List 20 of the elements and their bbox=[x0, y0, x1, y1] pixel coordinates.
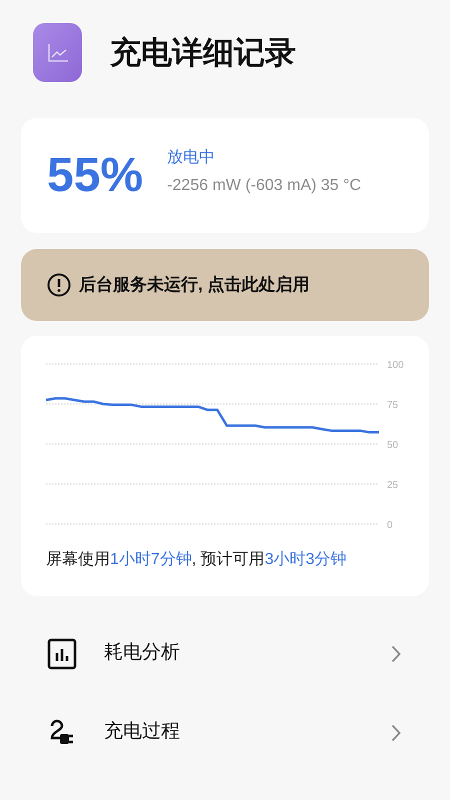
battery-percent: 55% bbox=[47, 152, 144, 200]
menu-item[interactable]: 充电过程 bbox=[21, 693, 429, 772]
axis-tick-label: 100 bbox=[387, 360, 404, 371]
axis-tick-label: 75 bbox=[387, 400, 398, 411]
usage-summary: 屏幕使用1小时7分钟, 预计可用3小时3分钟 bbox=[46, 550, 346, 570]
chevron-right-icon bbox=[391, 724, 401, 742]
line-chart-icon bbox=[46, 42, 68, 62]
menu-item[interactable]: 耗电分析 bbox=[21, 614, 429, 693]
battery-status: 放电中 bbox=[167, 148, 216, 168]
axis-tick-label: 0 bbox=[387, 520, 393, 531]
alert-icon bbox=[47, 273, 71, 297]
page-title: 充电详细记录 bbox=[110, 37, 296, 68]
bar-chart-icon bbox=[47, 638, 77, 670]
menu-label: 耗电分析 bbox=[104, 641, 181, 666]
battery-details: -2256 mW (-603 mA) 35 °C bbox=[167, 176, 362, 196]
service-banner[interactable]: 后台服务未运行, 点击此处启用 bbox=[21, 249, 429, 321]
axis-tick-label: 50 bbox=[387, 440, 398, 451]
menu-label: 充电过程 bbox=[104, 720, 181, 744]
chevron-right-icon bbox=[391, 644, 401, 662]
axis-tick-label: 25 bbox=[387, 480, 398, 491]
